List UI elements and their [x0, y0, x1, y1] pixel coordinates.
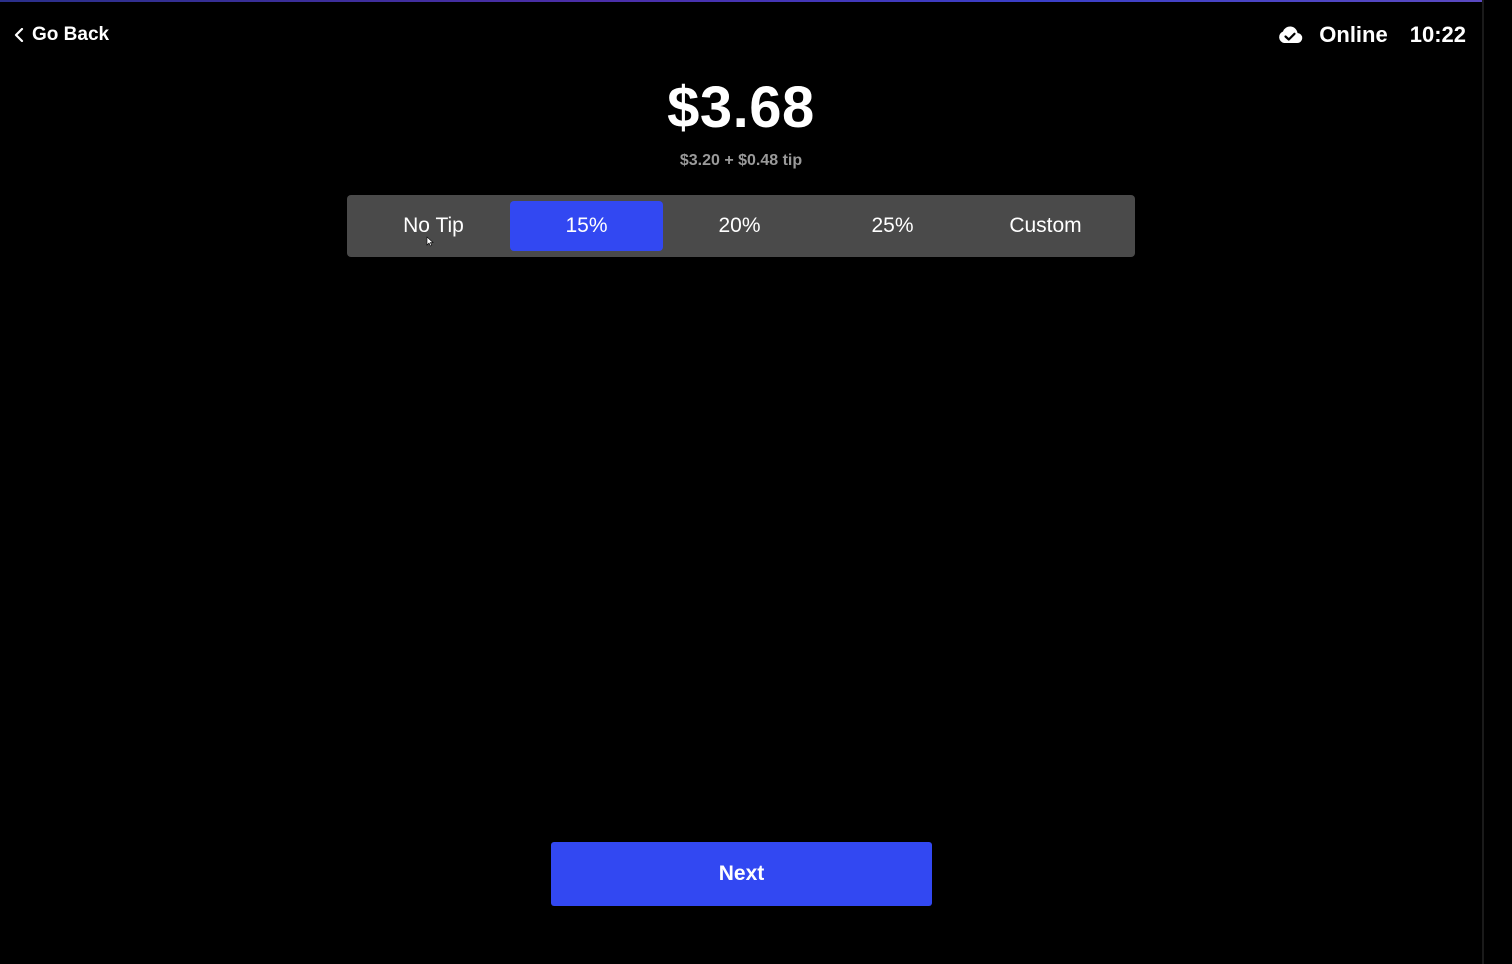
next-button[interactable]: Next [551, 842, 932, 906]
go-back-button[interactable]: Go Back [14, 24, 109, 46]
tip-option-custom[interactable]: Custom [969, 201, 1122, 251]
tip-option-25-percent[interactable]: 25% [816, 201, 969, 251]
tip-selector: No Tip 15% 20% 25% Custom [347, 195, 1135, 257]
go-back-label: Go Back [32, 24, 110, 45]
tip-option-20-percent[interactable]: 20% [663, 201, 816, 251]
top-accent-bar [0, 0, 1484, 2]
cloud-check-icon [1277, 25, 1303, 45]
connection-status: Online [1319, 22, 1388, 47]
chevron-left-icon [14, 28, 24, 42]
clock-time: 10:22 [1409, 22, 1466, 47]
status-area: Online 10:22 [1277, 22, 1466, 48]
mouse-cursor-icon [426, 234, 434, 252]
amount-breakdown: $3.20 + $0.48 tip [679, 152, 803, 169]
total-amount: $3.68 [667, 75, 815, 140]
tip-option-15-percent[interactable]: 15% [510, 201, 663, 251]
right-edge-divider [1482, 0, 1484, 964]
tip-selection-screen: Go Back Online 10:22 $3.68 $3.20 + $0.48… [0, 0, 1512, 964]
